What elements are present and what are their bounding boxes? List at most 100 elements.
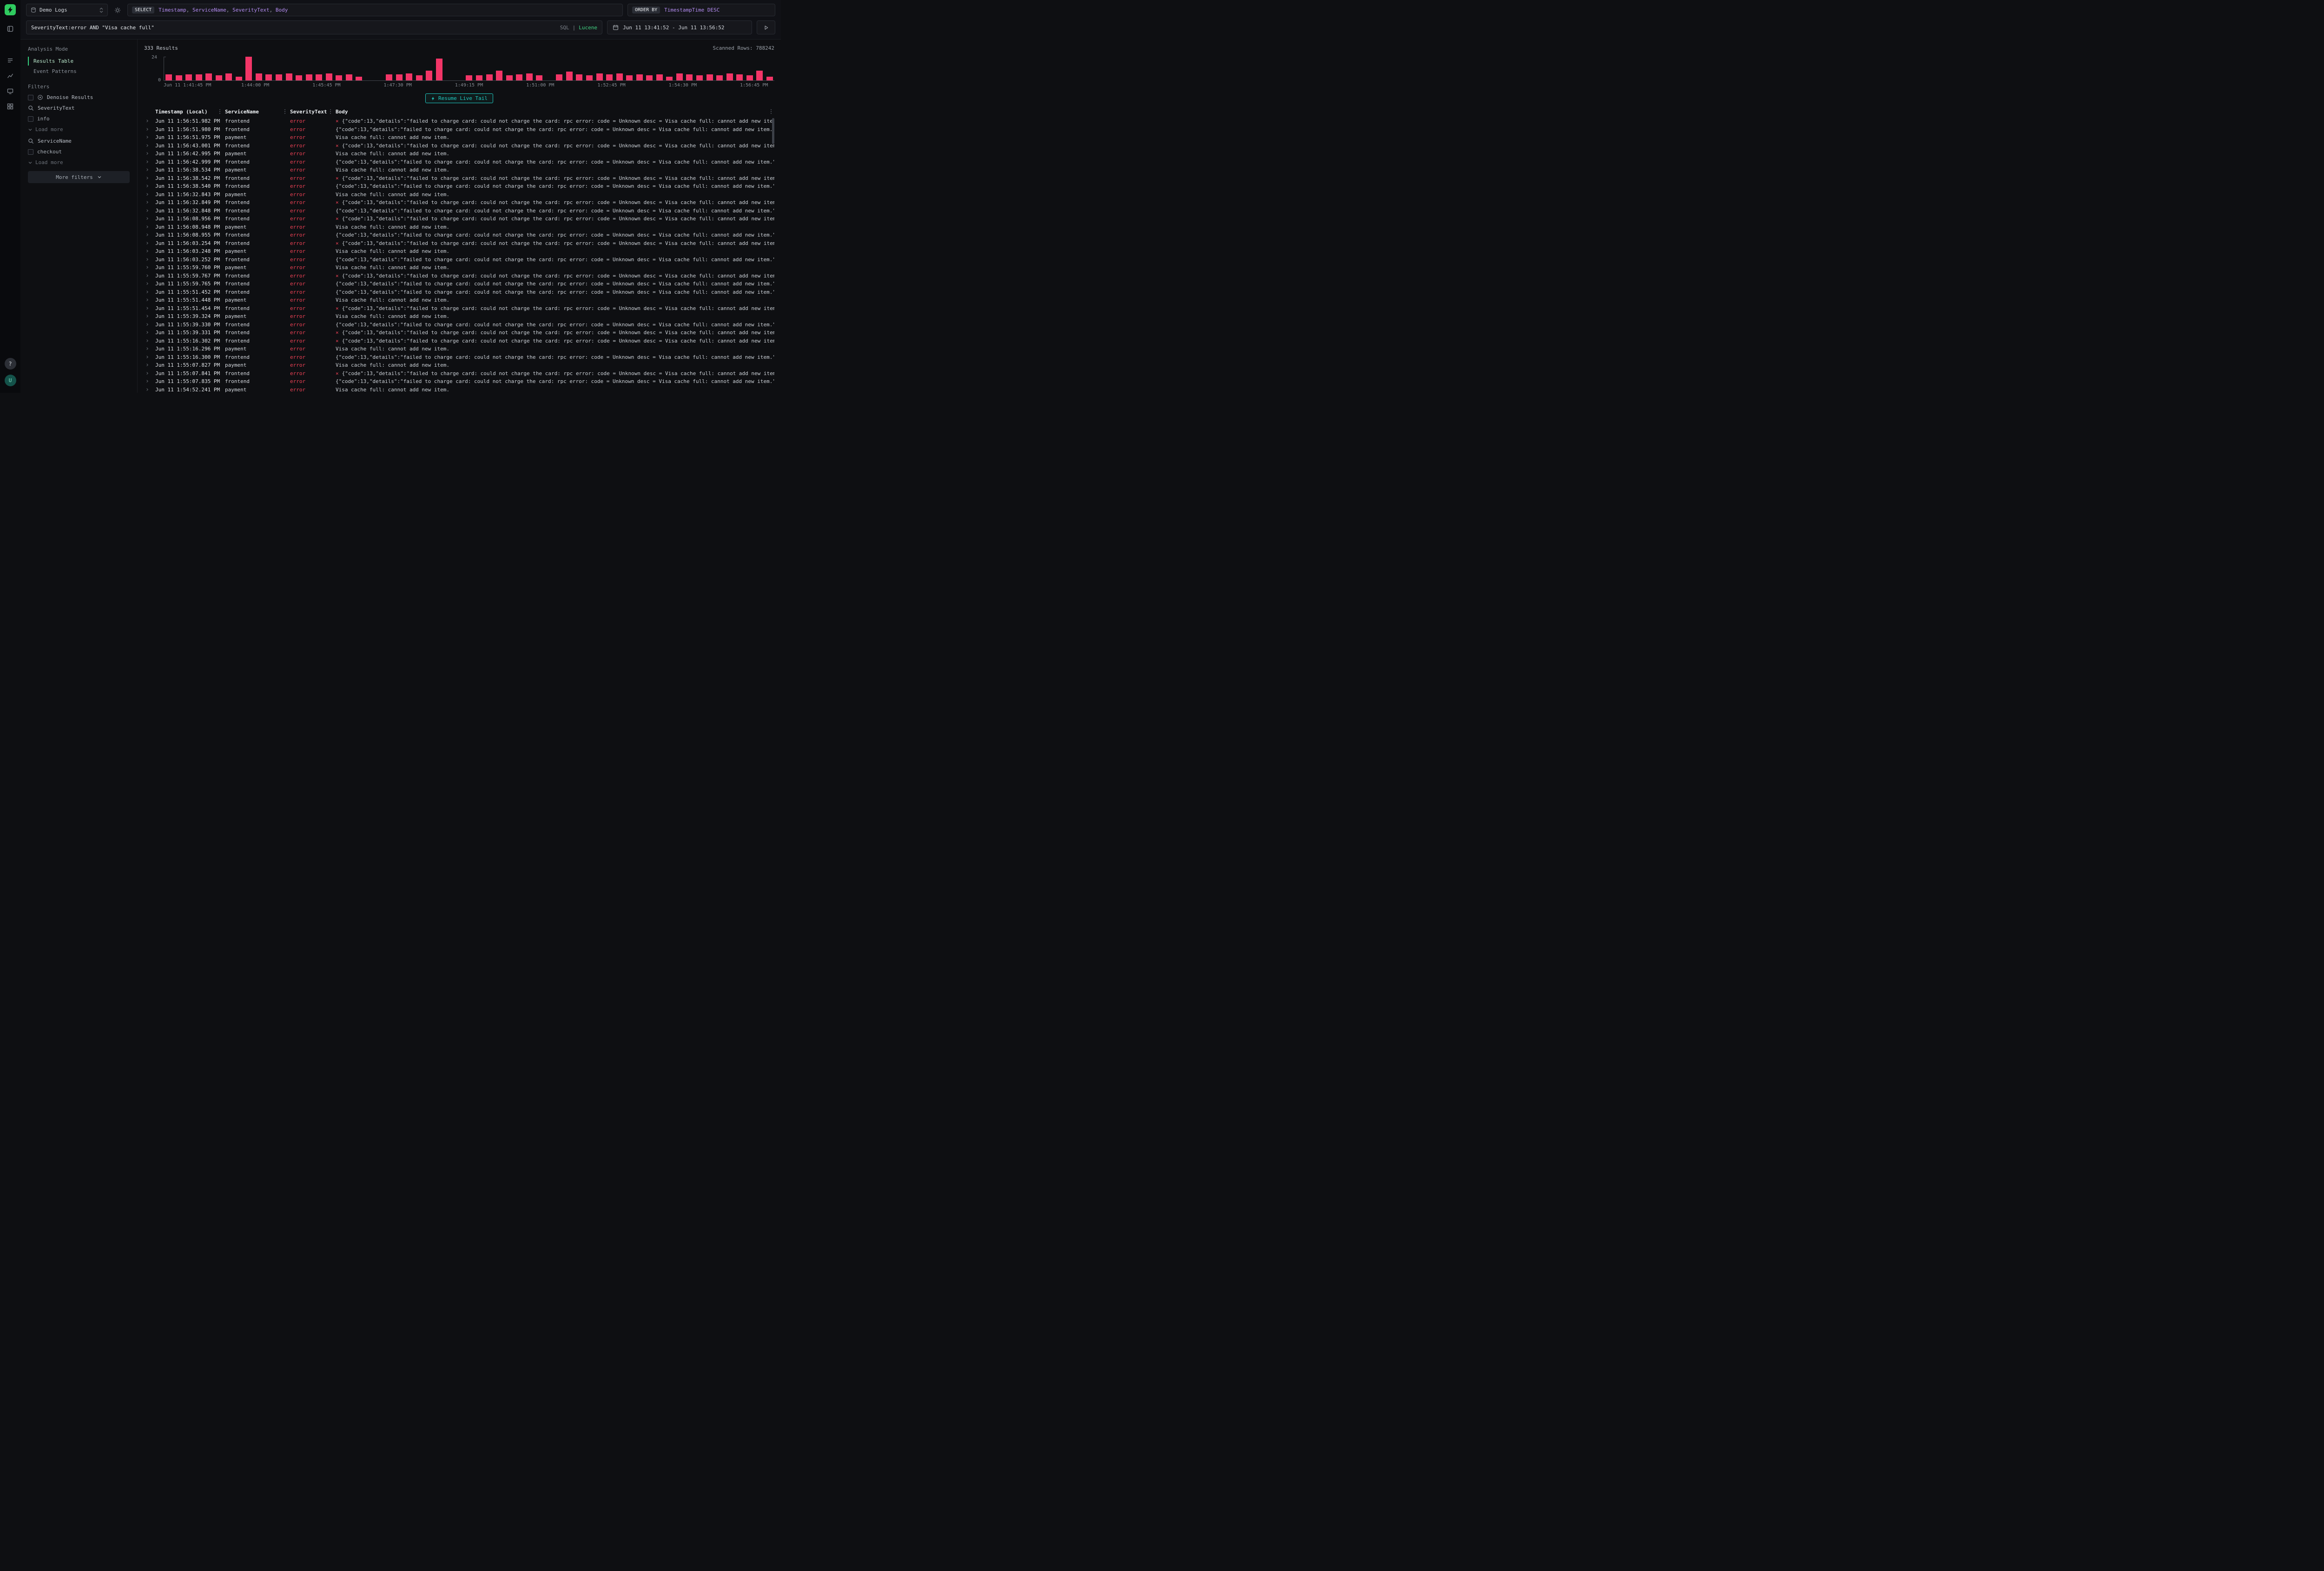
table-row[interactable]: ›Jun 11 1:56:51.975 PMpaymenterrorVisa c… — [144, 133, 774, 142]
histogram[interactable]: 24 0 Jun 11 1:41:45 PM1:44:00 PM1:45:45 … — [144, 57, 774, 89]
table-row[interactable]: ›Jun 11 1:55:07.841 PMfrontenderror×{"co… — [144, 370, 774, 378]
table-row[interactable]: ›Jun 11 1:56:38.542 PMfrontenderror×{"co… — [144, 174, 774, 183]
expand-chevron-icon[interactable]: › — [144, 143, 155, 149]
table-row[interactable]: ›Jun 11 1:55:07.827 PMpaymenterrorVisa c… — [144, 361, 774, 370]
filter-group-severitytext[interactable]: SeverityText — [28, 105, 130, 111]
expand-chevron-icon[interactable]: › — [144, 151, 155, 157]
expand-chevron-icon[interactable]: › — [144, 289, 155, 295]
time-range-picker[interactable]: Jun 11 13:41:52 - Jun 11 13:56:52 — [607, 20, 752, 34]
table-row[interactable]: ›Jun 11 1:55:39.324 PMpaymenterrorVisa c… — [144, 312, 774, 321]
expand-chevron-icon[interactable]: › — [144, 346, 155, 352]
datasource-select[interactable]: Demo Logs — [26, 4, 108, 16]
scrollbar-thumb[interactable] — [772, 118, 774, 144]
table-row[interactable]: ›Jun 11 1:56:42.995 PMpaymenterrorVisa c… — [144, 150, 774, 158]
lucene-option[interactable]: Lucene — [579, 25, 597, 31]
col-timestamp[interactable]: Timestamp (Local) — [155, 109, 225, 115]
settings-gear-icon[interactable] — [112, 5, 123, 15]
table-row[interactable]: ›Jun 11 1:56:08.955 PMfrontenderror{"cod… — [144, 231, 774, 239]
table-row[interactable]: ›Jun 11 1:56:42.999 PMfrontenderror{"cod… — [144, 158, 774, 166]
expand-chevron-icon[interactable]: › — [144, 167, 155, 173]
table-row[interactable]: ›Jun 11 1:56:32.849 PMfrontenderror×{"co… — [144, 198, 774, 207]
sql-option[interactable]: SQL — [560, 25, 569, 31]
denoise-checkbox[interactable] — [28, 95, 33, 100]
user-avatar[interactable]: U — [5, 375, 16, 386]
expand-chevron-icon[interactable]: › — [144, 118, 155, 124]
filter-option-checkout[interactable]: checkout — [28, 149, 130, 155]
checkout-checkbox[interactable] — [28, 149, 33, 155]
expand-chevron-icon[interactable]: › — [144, 134, 155, 140]
table-row[interactable]: ›Jun 11 1:55:16.300 PMfrontenderror{"cod… — [144, 353, 774, 362]
expand-chevron-icon[interactable]: › — [144, 240, 155, 246]
expand-chevron-icon[interactable]: › — [144, 248, 155, 254]
table-row[interactable]: ›Jun 11 1:56:43.001 PMfrontenderror×{"co… — [144, 142, 774, 150]
mode-results-table[interactable]: Results Table — [28, 57, 130, 66]
run-query-button[interactable] — [757, 20, 775, 34]
search-input[interactable]: SeverityText:error AND "Visa cache full"… — [26, 20, 602, 34]
expand-chevron-icon[interactable]: › — [144, 159, 155, 165]
order-by-editor[interactable]: ORDER BY TimestampTime DESC — [627, 4, 775, 16]
more-filters-button[interactable]: More filters — [28, 171, 130, 183]
expand-chevron-icon[interactable]: › — [144, 322, 155, 328]
table-row[interactable]: ›Jun 11 1:56:03.252 PMfrontenderror{"cod… — [144, 256, 774, 264]
table-row[interactable]: ›Jun 11 1:55:51.454 PMfrontenderror×{"co… — [144, 304, 774, 313]
load-more-servicename[interactable]: Load more — [28, 159, 130, 165]
table-row[interactable]: ›Jun 11 1:56:51.980 PMfrontenderror{"cod… — [144, 125, 774, 134]
app-logo[interactable] — [5, 4, 16, 15]
table-row[interactable]: ›Jun 11 1:55:59.760 PMpaymenterrorVisa c… — [144, 264, 774, 272]
table-row[interactable]: ›Jun 11 1:54:52.241 PMpaymenterrorVisa c… — [144, 386, 774, 393]
resume-live-tail-button[interactable]: Resume Live Tail — [425, 93, 493, 103]
column-separator-icon[interactable] — [284, 111, 285, 112]
col-servicename[interactable]: ServiceName — [225, 109, 290, 115]
expand-chevron-icon[interactable]: › — [144, 191, 155, 198]
expand-chevron-icon[interactable]: › — [144, 273, 155, 279]
table-row[interactable]: ›Jun 11 1:56:38.534 PMpaymenterrorVisa c… — [144, 166, 774, 174]
table-row[interactable]: ›Jun 11 1:55:59.765 PMfrontenderror{"cod… — [144, 280, 774, 288]
expand-chevron-icon[interactable]: › — [144, 354, 155, 360]
logs-list-icon[interactable] — [4, 54, 17, 66]
column-separator-icon[interactable] — [330, 111, 331, 112]
table-row[interactable]: ›Jun 11 1:55:51.452 PMfrontenderror{"cod… — [144, 288, 774, 297]
monitor-icon[interactable] — [4, 85, 17, 97]
mode-event-patterns[interactable]: Event Patterns — [28, 67, 130, 76]
table-row[interactable]: ›Jun 11 1:56:32.843 PMpaymenterrorVisa c… — [144, 191, 774, 199]
table-row[interactable]: ›Jun 11 1:55:39.331 PMfrontenderror×{"co… — [144, 329, 774, 337]
denoise-toggle[interactable]: Denoise Results — [28, 94, 130, 100]
expand-chevron-icon[interactable]: › — [144, 183, 155, 189]
dashboards-grid-icon[interactable] — [4, 100, 17, 112]
col-body[interactable]: Body — [336, 109, 763, 115]
header-menu-icon[interactable] — [771, 111, 772, 112]
expand-chevron-icon[interactable]: › — [144, 281, 155, 287]
panel-icon[interactable] — [4, 23, 17, 35]
expand-chevron-icon[interactable]: › — [144, 338, 155, 344]
info-checkbox[interactable] — [28, 116, 33, 122]
table-row[interactable]: ›Jun 11 1:56:03.254 PMfrontenderror×{"co… — [144, 239, 774, 248]
expand-chevron-icon[interactable]: › — [144, 224, 155, 230]
expand-chevron-icon[interactable]: › — [144, 232, 155, 238]
expand-chevron-icon[interactable]: › — [144, 387, 155, 393]
expand-chevron-icon[interactable]: › — [144, 208, 155, 214]
expand-chevron-icon[interactable]: › — [144, 199, 155, 205]
table-row[interactable]: ›Jun 11 1:56:32.848 PMfrontenderror{"cod… — [144, 207, 774, 215]
expand-chevron-icon[interactable]: › — [144, 216, 155, 222]
table-row[interactable]: ›Jun 11 1:55:51.448 PMpaymenterrorVisa c… — [144, 296, 774, 304]
expand-chevron-icon[interactable]: › — [144, 330, 155, 336]
table-row[interactable]: ›Jun 11 1:55:16.302 PMfrontenderror×{"co… — [144, 337, 774, 345]
column-separator-icon[interactable] — [219, 111, 220, 112]
table-row[interactable]: ›Jun 11 1:56:08.956 PMfrontenderror×{"co… — [144, 215, 774, 223]
filter-group-servicename[interactable]: ServiceName — [28, 138, 130, 144]
expand-chevron-icon[interactable]: › — [144, 378, 155, 384]
line-chart-icon[interactable] — [4, 70, 17, 82]
expand-chevron-icon[interactable]: › — [144, 264, 155, 271]
table-row[interactable]: ›Jun 11 1:55:39.330 PMfrontenderror{"cod… — [144, 321, 774, 329]
table-row[interactable]: ›Jun 11 1:55:07.835 PMfrontenderror{"cod… — [144, 377, 774, 386]
expand-chevron-icon[interactable]: › — [144, 257, 155, 263]
expand-chevron-icon[interactable]: › — [144, 305, 155, 311]
col-severitytext[interactable]: SeverityText — [290, 109, 336, 115]
table-row[interactable]: ›Jun 11 1:55:16.296 PMpaymenterrorVisa c… — [144, 345, 774, 353]
expand-chevron-icon[interactable]: › — [144, 362, 155, 368]
expand-chevron-icon[interactable]: › — [144, 126, 155, 132]
filter-option-info[interactable]: info — [28, 116, 130, 122]
load-more-severitytext[interactable]: Load more — [28, 126, 130, 132]
help-button[interactable]: ? — [5, 358, 16, 370]
expand-chevron-icon[interactable]: › — [144, 297, 155, 303]
